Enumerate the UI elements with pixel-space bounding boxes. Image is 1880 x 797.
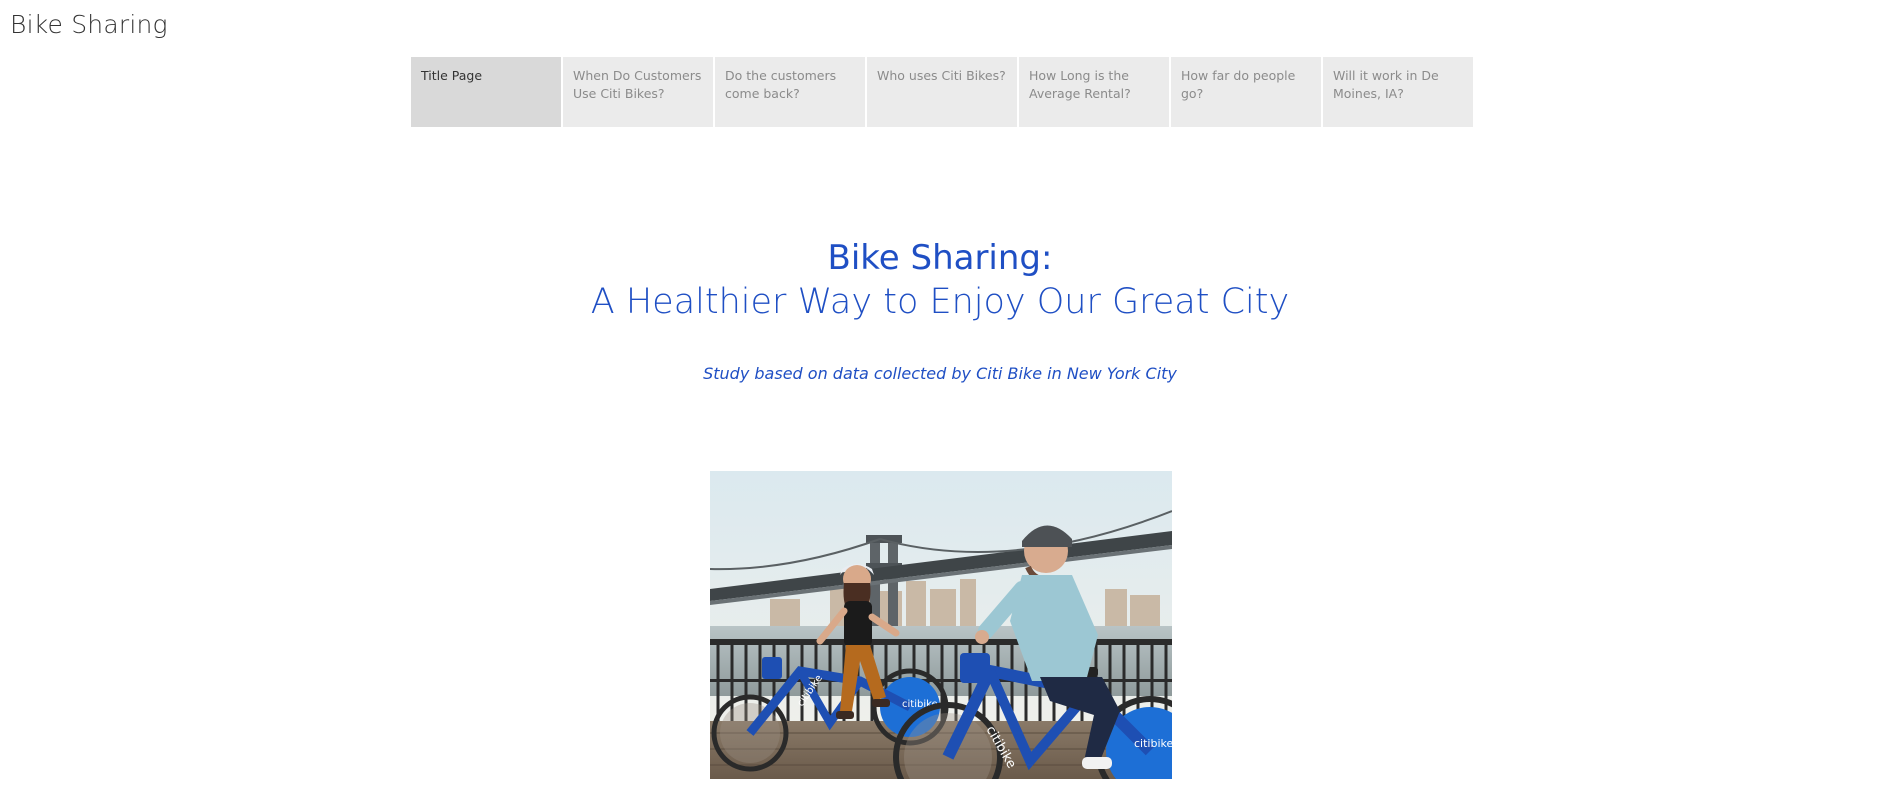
tab-who-uses[interactable]: Who uses Citi Bikes? [867,57,1017,127]
tab-customers-come-back[interactable]: Do the customers come back? [715,57,865,127]
tab-title-page[interactable]: Title Page [411,57,561,127]
tab-when-do-customers[interactable]: When Do Customers Use Citi Bikes? [563,57,713,127]
svg-text:citibike: citibike [1134,737,1172,750]
tab-average-rental[interactable]: How Long is the Average Rental? [1019,57,1169,127]
study-note: Study based on data collected by Citi Bi… [703,364,1177,383]
headline-subtitle: A Healthier Way to Enjoy Our Great City [590,282,1290,322]
cyclists-photo: citibike citibike citibike citibike [710,471,1172,779]
headline-title: Bike Sharing: [827,238,1053,278]
app-title: Bike Sharing [10,10,168,39]
story-tabs: Title Page When Do Customers Use Citi Bi… [411,57,1473,127]
tab-how-far[interactable]: How far do people go? [1171,57,1321,127]
tab-de-moines[interactable]: Will it work in De Moines, IA? [1323,57,1473,127]
